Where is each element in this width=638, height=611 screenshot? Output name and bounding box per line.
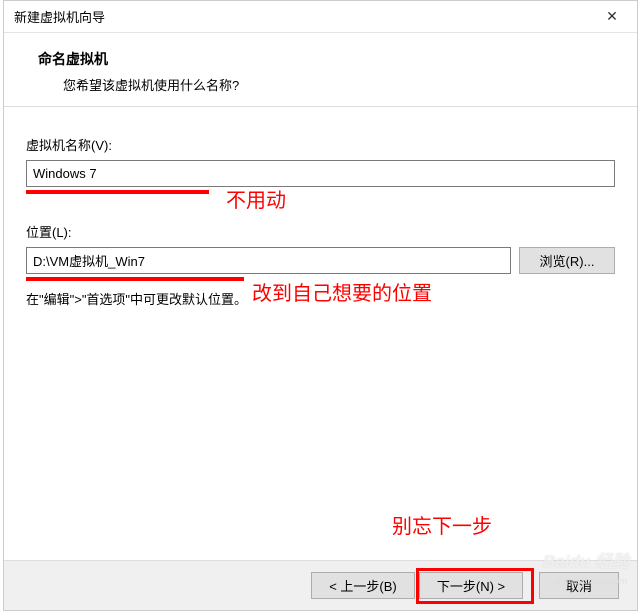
page-subtitle: 您希望该虚拟机使用什么名称? bbox=[28, 75, 613, 94]
close-icon: ✕ bbox=[606, 8, 618, 25]
page-title: 命名虚拟机 bbox=[28, 49, 613, 69]
wizard-dialog: 新建虚拟机向导 ✕ 命名虚拟机 您希望该虚拟机使用什么名称? 虚拟机名称(V):… bbox=[3, 0, 638, 611]
vm-location-input[interactable] bbox=[26, 247, 511, 274]
window-title: 新建虚拟机向导 bbox=[14, 7, 105, 26]
location-hint: 在"编辑">"首选项"中可更改默认位置。 bbox=[26, 289, 615, 308]
annotation-next-note: 别忘下一步 bbox=[392, 510, 492, 539]
annotation-underline bbox=[26, 277, 244, 281]
titlebar: 新建虚拟机向导 ✕ bbox=[4, 1, 637, 33]
cancel-button[interactable]: 取消 bbox=[539, 572, 619, 599]
vm-location-label: 位置(L): bbox=[26, 222, 615, 241]
close-button[interactable]: ✕ bbox=[587, 1, 637, 33]
vm-name-label: 虚拟机名称(V): bbox=[26, 135, 615, 154]
vm-name-group: 虚拟机名称(V): bbox=[26, 135, 615, 194]
annotation-underline bbox=[26, 190, 209, 194]
button-bar: < 上一步(B) 下一步(N) > 取消 bbox=[4, 560, 637, 610]
browse-button[interactable]: 浏览(R)... bbox=[519, 247, 615, 274]
vm-name-input[interactable] bbox=[26, 160, 615, 187]
wizard-content: 虚拟机名称(V): 位置(L): 浏览(R)... 在"编辑">"首选项"中可更… bbox=[4, 107, 637, 318]
wizard-header: 命名虚拟机 您希望该虚拟机使用什么名称? bbox=[4, 33, 637, 107]
vm-location-group: 位置(L): 浏览(R)... 在"编辑">"首选项"中可更改默认位置。 bbox=[26, 222, 615, 308]
back-button[interactable]: < 上一步(B) bbox=[311, 572, 415, 599]
next-button[interactable]: 下一步(N) > bbox=[419, 572, 523, 599]
